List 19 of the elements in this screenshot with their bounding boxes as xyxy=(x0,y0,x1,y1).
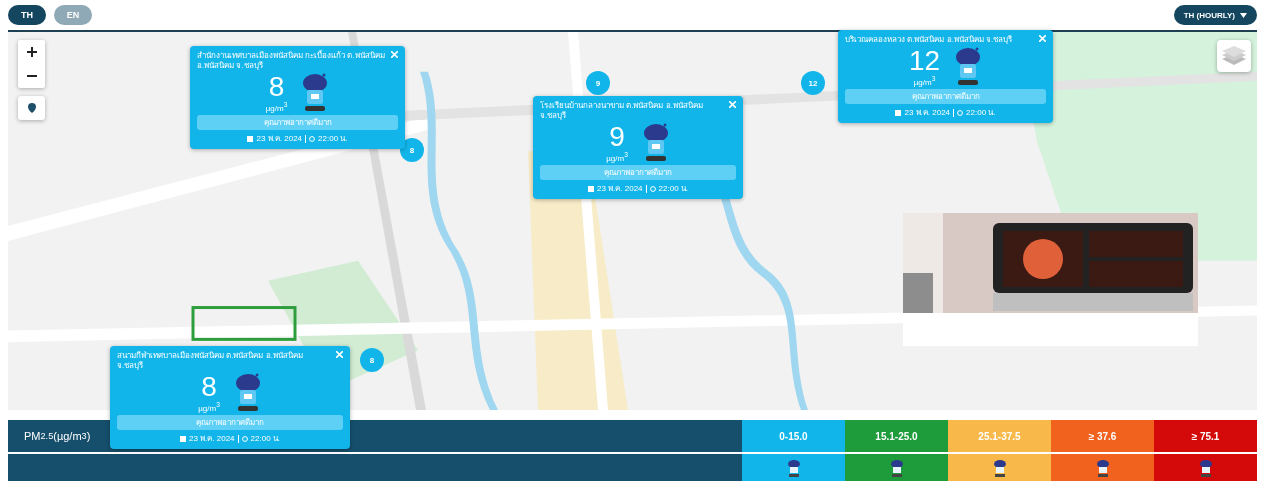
time-label: 22:00 น. xyxy=(250,433,281,445)
clock-icon xyxy=(241,435,248,442)
calendar-icon xyxy=(179,435,186,442)
quality-label: คุณภาพอากาศดีมาก xyxy=(117,415,343,430)
mascot-icon xyxy=(1095,458,1110,477)
mascot-icon xyxy=(1198,458,1213,477)
language-tab[interactable]: EN xyxy=(54,5,92,25)
legend-range: ≥ 37.6 xyxy=(1051,420,1154,452)
mascot-icon xyxy=(889,458,904,477)
caret-icon xyxy=(1240,12,1247,18)
language-tab[interactable]: TH xyxy=(8,5,46,25)
mascot-icon xyxy=(992,458,1007,477)
date-label: 23 พ.ค. 2024 xyxy=(188,433,235,445)
legend-range: 15.1-25.0 xyxy=(845,420,948,452)
legend-range: 25.1-37.5 xyxy=(948,420,1051,452)
mascot-icon xyxy=(786,458,801,477)
legend-range: ≥ 75.1 xyxy=(1154,420,1257,452)
legend-range: 0-15.0 xyxy=(742,420,845,452)
mode-dropdown[interactable]: TH (HOURLY) xyxy=(1173,5,1257,25)
